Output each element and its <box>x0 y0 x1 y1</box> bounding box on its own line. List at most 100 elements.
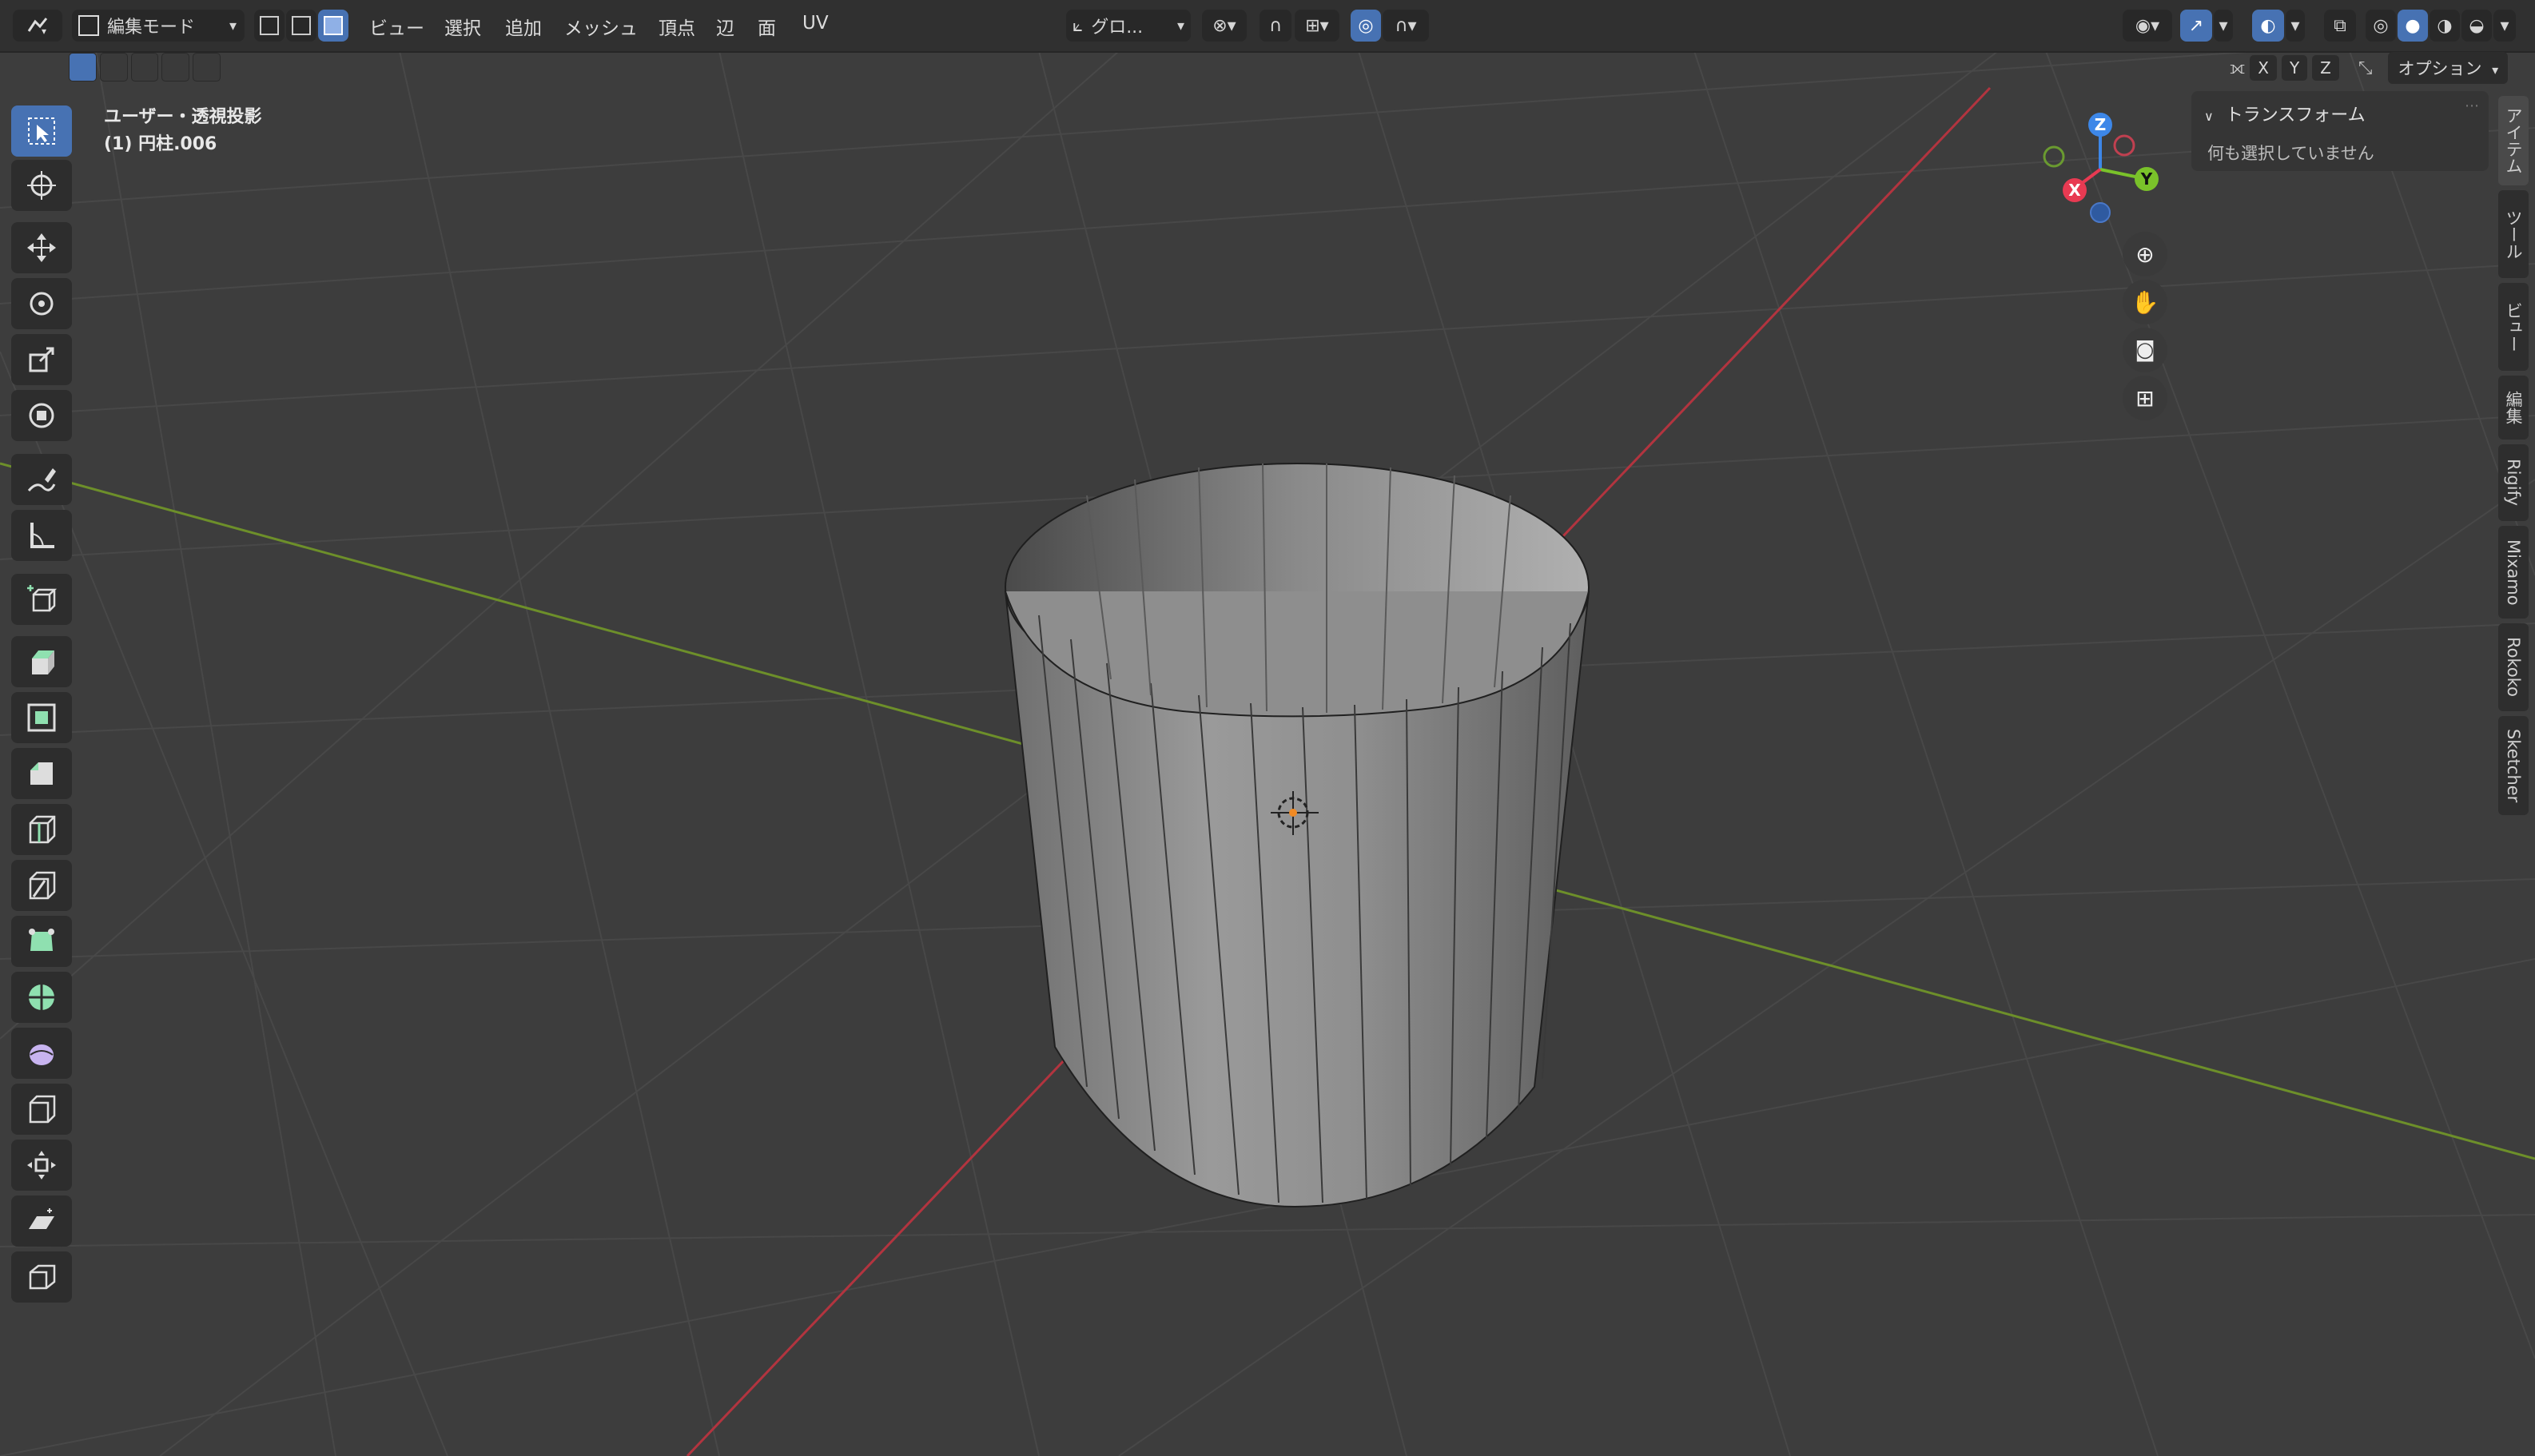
shading-dropdown[interactable]: ▾ <box>2493 10 2516 42</box>
spin-tool[interactable] <box>11 972 72 1023</box>
tab-rigify[interactable]: Rigify <box>2498 444 2529 521</box>
select-box-icon <box>28 117 55 145</box>
select-invert-button[interactable] <box>161 53 190 82</box>
rendered-sphere-icon: ◒ <box>2469 15 2485 36</box>
grid-icon: ⊞ <box>2135 384 2155 412</box>
shading-solid[interactable]: ● <box>2398 10 2428 42</box>
menu-face[interactable]: 面 <box>758 13 776 40</box>
transform-panel: ∨ トランスフォーム ⋯ 何も選択していません <box>2191 91 2489 171</box>
zoom-icon: ⊕ <box>2135 241 2155 268</box>
move-tool[interactable] <box>11 222 72 273</box>
shear-icon <box>29 1208 54 1229</box>
options-dropdown[interactable]: オプション ▾ <box>2388 52 2509 84</box>
transform-panel-header[interactable]: ∨ トランスフォーム <box>2204 101 2366 126</box>
svg-text:▾: ▾ <box>42 26 46 36</box>
add-cube-tool[interactable] <box>11 574 72 625</box>
tab-edit[interactable]: 編集 <box>2498 376 2529 440</box>
navigation-gizmo[interactable]: Z Y X <box>2030 104 2174 232</box>
auto-merge-icon[interactable]: ⤡ <box>2358 58 2373 78</box>
mode-label: 編集モード <box>107 18 196 38</box>
mirror-z-button[interactable]: Z <box>2312 55 2339 81</box>
tab-view[interactable]: ビュー <box>2498 283 2529 371</box>
select-subtract-button[interactable] <box>130 53 159 82</box>
menu-select[interactable]: 選択 <box>444 13 481 40</box>
zoom-button[interactable]: ⊕ <box>2123 232 2167 276</box>
chevron-down-icon: ▾ <box>2492 62 2499 78</box>
options-label: オプション <box>2398 59 2482 78</box>
menu-edge[interactable]: 辺 <box>716 13 734 40</box>
wireframe-sphere-icon: ◎ <box>2373 15 2389 36</box>
annotate-tool[interactable] <box>11 454 72 505</box>
menu-view[interactable]: ビュー <box>369 13 424 40</box>
overlays-toggle[interactable]: ◐ <box>2252 10 2284 42</box>
pivot-point-dropdown[interactable]: ⊗▾ <box>1202 10 1247 42</box>
select-extend-button[interactable] <box>99 53 128 82</box>
inset-tool[interactable] <box>11 692 72 743</box>
falloff-dropdown[interactable]: ∩▾ <box>1383 10 1429 42</box>
edit-mode-icon <box>78 15 99 36</box>
edge-slide-tool[interactable] <box>11 1084 72 1135</box>
smooth-tool[interactable] <box>11 1028 72 1079</box>
menu-mesh[interactable]: メッシュ <box>564 13 638 40</box>
knife-icon <box>29 871 56 900</box>
tab-tool[interactable]: ツール <box>2498 190 2529 278</box>
shear-tool[interactable] <box>11 1195 72 1247</box>
shrink-fatten-tool[interactable] <box>11 1140 72 1191</box>
proportional-edit-toggle[interactable]: ◎ <box>1351 10 1381 42</box>
menu-add[interactable]: 追加 <box>505 13 542 40</box>
overlays-dropdown[interactable]: ▾ <box>2286 10 2305 42</box>
shading-material[interactable]: ◑ <box>2430 10 2460 42</box>
extrude-tool[interactable] <box>11 636 72 687</box>
menu-uv[interactable]: UV <box>802 13 829 34</box>
face-select-mode[interactable] <box>318 10 348 42</box>
cylinder-mesh[interactable] <box>1004 463 1590 1208</box>
tab-rigify-label: Rigify <box>2504 459 2523 507</box>
cursor-tool[interactable] <box>11 160 72 211</box>
perspective-toggle-button[interactable]: ⊞ <box>2123 376 2167 420</box>
select-box-tool[interactable] <box>11 105 72 157</box>
knife-tool[interactable] <box>11 860 72 911</box>
rip-region-tool[interactable] <box>11 1251 72 1303</box>
snap-target-dropdown[interactable]: ⊞▾ <box>1295 10 1339 42</box>
loop-cut-tool[interactable] <box>11 804 72 855</box>
snap-increment-icon: ⊞▾ <box>1305 15 1329 36</box>
edge-select-mode[interactable] <box>286 10 316 42</box>
mirror-y-button[interactable]: Y <box>2281 55 2308 81</box>
eye-icon: ◉▾ <box>2135 15 2160 36</box>
editor-type-button[interactable]: ▾ <box>13 10 62 42</box>
snap-toggle[interactable]: ∩ <box>1260 10 1291 42</box>
visibility-dropdown[interactable]: ◉▾ <box>2123 10 2172 42</box>
solid-sphere-icon: ● <box>2405 15 2421 36</box>
transform-orientation-dropdown[interactable]: ⟀ グロ... ▾ <box>1066 10 1191 42</box>
scale-icon <box>29 347 54 372</box>
poly-build-tool[interactable] <box>11 916 72 967</box>
tab-sketcher[interactable]: Sketcher <box>2498 716 2529 815</box>
menu-vertex[interactable]: 頂点 <box>659 13 695 40</box>
transform-tool[interactable] <box>11 390 72 441</box>
rotate-tool[interactable] <box>11 278 72 329</box>
xray-toggle[interactable]: ⧉ <box>2324 10 2356 42</box>
pivot-icon: ⊗▾ <box>1212 15 1236 36</box>
toolbar <box>0 96 80 1311</box>
vertex-select-mode[interactable] <box>254 10 285 42</box>
drag-handle-icon[interactable]: ⋯ <box>2465 97 2479 114</box>
pan-button[interactable]: ✋ <box>2123 280 2167 324</box>
scale-tool[interactable] <box>11 334 72 385</box>
edge-slide-icon <box>29 1095 56 1124</box>
tab-mixamo[interactable]: Mixamo <box>2498 526 2529 619</box>
gizmo-y-label: Y <box>2140 169 2153 189</box>
shading-wireframe[interactable]: ◎ <box>2366 10 2396 42</box>
camera-view-button[interactable]: ◙ <box>2123 328 2167 372</box>
magnet-icon: ∩ <box>1268 15 1283 36</box>
tab-item[interactable]: アイテム <box>2498 96 2529 185</box>
gizmo-toggle[interactable]: ↗ <box>2180 10 2212 42</box>
measure-tool[interactable] <box>11 510 72 561</box>
tab-rokoko[interactable]: Rokoko <box>2498 623 2529 711</box>
select-new-button[interactable] <box>69 53 97 82</box>
shading-rendered[interactable]: ◒ <box>2461 10 2492 42</box>
gizmo-dropdown[interactable]: ▾ <box>2214 10 2233 42</box>
select-intersect-button[interactable] <box>193 53 221 82</box>
mirror-x-button[interactable]: X <box>2250 55 2277 81</box>
mode-dropdown[interactable]: 編集モード ▾ <box>72 10 245 42</box>
bevel-tool[interactable] <box>11 748 72 799</box>
